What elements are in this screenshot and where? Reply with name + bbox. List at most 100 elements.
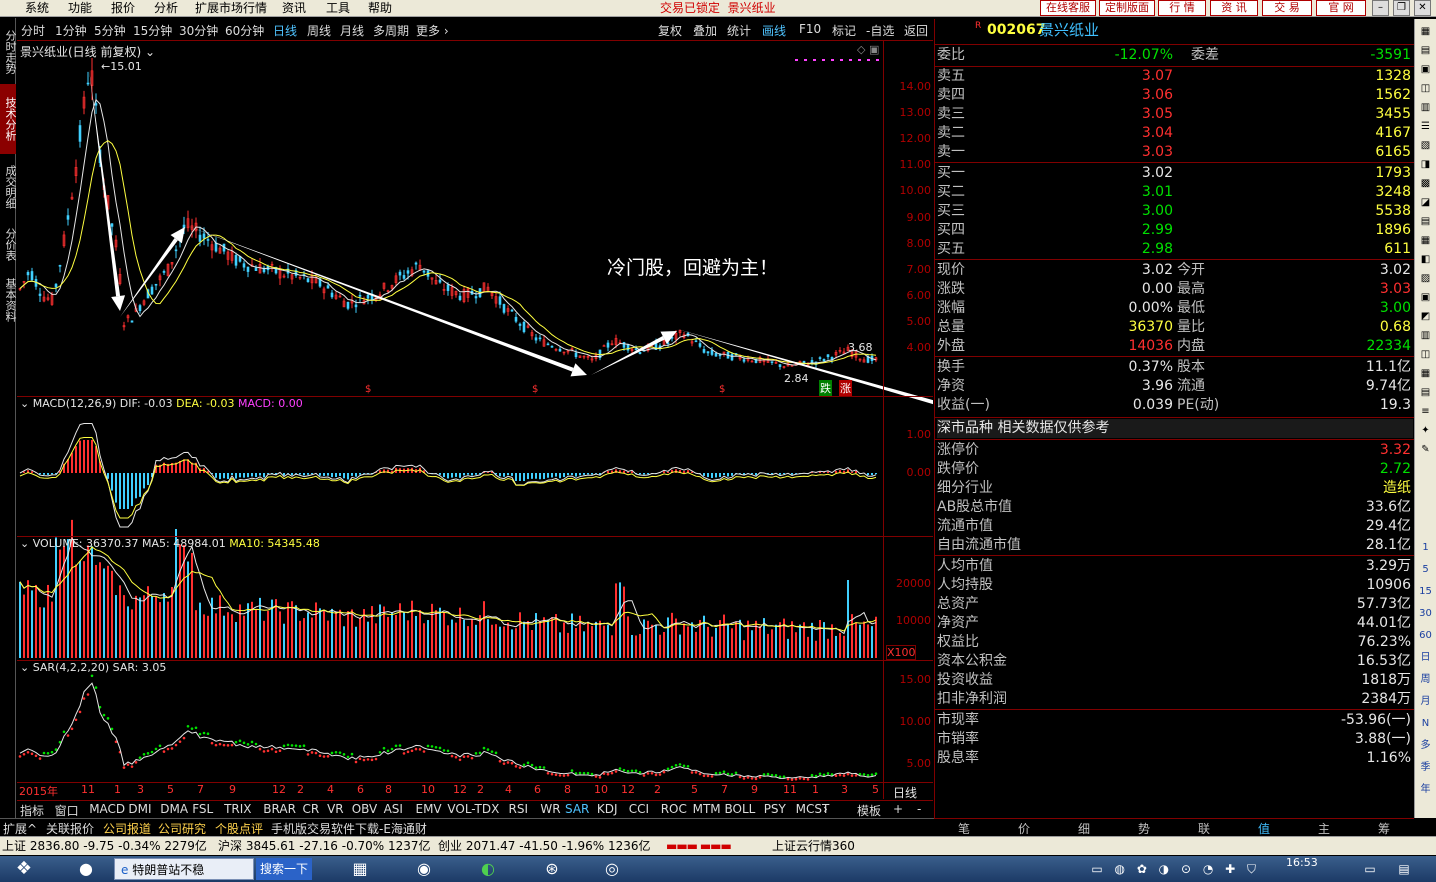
- period-shortcut-1[interactable]: 1: [1417, 539, 1434, 556]
- indicator-tab-fsl[interactable]: FSL: [192, 802, 213, 816]
- news-button[interactable]: 资 讯: [1210, 0, 1258, 16]
- indicator-tab-psy[interactable]: PSY: [764, 802, 786, 816]
- taskbar-app-icon[interactable]: ▦: [340, 858, 380, 880]
- cloud-quote[interactable]: 上证云行情360: [772, 837, 855, 856]
- menu-analysis[interactable]: 分析: [154, 1, 178, 15]
- indicator-tab-trix[interactable]: TRIX: [224, 802, 251, 816]
- indicator-tab-roc[interactable]: ROC: [661, 802, 687, 816]
- toolbar-icon[interactable]: ▣: [1417, 61, 1434, 78]
- toolbar-icon[interactable]: ▥: [1417, 99, 1434, 116]
- toolbar-icon[interactable]: ▦: [1417, 23, 1434, 40]
- toolbar-icon[interactable]: ◩: [1417, 308, 1434, 325]
- overlay-button[interactable]: 叠加: [693, 22, 717, 39]
- period-shortcut-日[interactable]: 日: [1417, 649, 1434, 666]
- period-shortcut-年[interactable]: 年: [1417, 781, 1434, 798]
- zoom-in-button[interactable]: +: [893, 802, 903, 816]
- toolbar-icon[interactable]: ▦: [1417, 232, 1434, 249]
- menu-system[interactable]: 系统: [25, 1, 49, 15]
- watchlist-button[interactable]: -自选: [866, 22, 894, 39]
- toolbar-icon[interactable]: ≡: [1417, 403, 1434, 420]
- quote-tab-4[interactable]: 联: [1198, 820, 1210, 837]
- toolbar-icon[interactable]: ▤: [1417, 213, 1434, 230]
- period-shortcut-N[interactable]: N: [1417, 715, 1434, 732]
- menu-extended-market[interactable]: 扩展市场行情: [195, 1, 267, 15]
- period-5min[interactable]: 5分钟: [94, 22, 126, 39]
- back-button[interactable]: 返回: [904, 22, 928, 39]
- quote-tab-3[interactable]: 势: [1138, 820, 1150, 837]
- toolbar-icon[interactable]: ◧: [1417, 251, 1434, 268]
- toolbar-icon[interactable]: ◨: [1417, 156, 1434, 173]
- indicator-tab-vol-tdx[interactable]: VOL-TDX: [447, 802, 499, 816]
- tab-intraday[interactable]: 分时走势: [0, 22, 17, 82]
- tab-technical-analysis[interactable]: 技术分析: [0, 84, 17, 154]
- chart-area[interactable]: $ $ $ 景兴纸业(日线 前复权) ⌄ ◇ ▣ ←15.01 2.84 3.68 …: [17, 41, 933, 801]
- search-button[interactable]: 搜索一下: [256, 858, 312, 880]
- adjust-button[interactable]: 复权: [658, 22, 682, 39]
- custom-layout-button[interactable]: 定制版面: [1099, 0, 1155, 16]
- period-shortcut-周[interactable]: 周: [1417, 671, 1434, 688]
- toolbar-icon[interactable]: ◫: [1417, 80, 1434, 97]
- template-button[interactable]: 模板: [857, 802, 881, 819]
- official-site-button[interactable]: 官 网: [1316, 0, 1366, 16]
- tray-icon[interactable]: ▭: [1360, 858, 1380, 880]
- period-weekly[interactable]: 周线: [307, 22, 331, 39]
- f10-button[interactable]: F10: [799, 22, 821, 36]
- period-60min[interactable]: 60分钟: [225, 22, 264, 39]
- app-icon[interactable]: ●: [66, 858, 106, 880]
- period-shortcut-15[interactable]: 15: [1417, 583, 1434, 600]
- related-quote-tab[interactable]: 关联报价: [46, 820, 94, 837]
- indicator-tab-dma[interactable]: DMA: [160, 802, 188, 816]
- indicator-tab-dmi[interactable]: DMI: [128, 802, 151, 816]
- stock-review-tab[interactable]: 个股点评: [215, 820, 263, 837]
- cy-index[interactable]: 创业 2071.47 -41.50 -1.96% 1236亿: [438, 837, 651, 856]
- toolbar-icon[interactable]: ▥: [1417, 327, 1434, 344]
- period-shortcut-60[interactable]: 60: [1417, 627, 1434, 644]
- indicator-tab-窗口[interactable]: 窗口: [55, 802, 79, 819]
- indicator-tab-emv[interactable]: EMV: [416, 802, 442, 816]
- toolbar-icon[interactable]: ▦: [1417, 365, 1434, 382]
- period-daily[interactable]: 日线: [273, 22, 297, 39]
- tab-trade-detail[interactable]: 成交明细: [0, 156, 17, 218]
- start-icon[interactable]: ❖: [6, 858, 42, 880]
- close-icon[interactable]: ✕: [1414, 0, 1431, 16]
- period-shortcut-季[interactable]: 季: [1417, 759, 1434, 776]
- statistics-button[interactable]: 统计: [727, 22, 751, 39]
- restore-icon[interactable]: ❐: [1393, 0, 1410, 16]
- mark-button[interactable]: 标记: [832, 22, 856, 39]
- toolbar-icon[interactable]: ✎: [1417, 441, 1434, 458]
- period-shortcut-月[interactable]: 月: [1417, 693, 1434, 710]
- toolbar-icon[interactable]: ◫: [1417, 346, 1434, 363]
- indicator-tab-kdj[interactable]: KDJ: [597, 802, 618, 816]
- menu-help[interactable]: 帮助: [368, 1, 392, 15]
- period-more[interactable]: 更多 ›: [416, 22, 449, 39]
- quote-tab-6[interactable]: 主: [1318, 820, 1330, 837]
- quote-tab-5[interactable]: 值: [1258, 820, 1270, 837]
- indicator-tab-wr[interactable]: WR: [540, 802, 560, 816]
- quote-button[interactable]: 行 情: [1158, 0, 1206, 16]
- taskbar-app-icon[interactable]: ◎: [592, 858, 632, 880]
- menu-news[interactable]: 资讯: [282, 1, 306, 15]
- toolbar-icon[interactable]: ▤: [1417, 384, 1434, 401]
- taskbar-app-icon[interactable]: ◐: [468, 858, 508, 880]
- period-monthly[interactable]: 月线: [340, 22, 364, 39]
- indicator-tab-vr[interactable]: VR: [327, 802, 344, 816]
- minimize-icon[interactable]: –: [1372, 0, 1389, 16]
- chart-expand-icon[interactable]: ◇ ▣: [857, 43, 879, 56]
- company-report-tab[interactable]: 公司报道: [103, 820, 151, 837]
- quote-tab-1[interactable]: 价: [1018, 820, 1030, 837]
- menu-quote[interactable]: 报价: [111, 1, 135, 15]
- quote-tab-2[interactable]: 细: [1078, 820, 1090, 837]
- indicator-tab-obv[interactable]: OBV: [352, 802, 378, 816]
- hs-index[interactable]: 沪深 3845.61 -27.16 -0.70% 1237亿: [218, 837, 431, 856]
- taskbar-app-icon[interactable]: ⊛: [532, 858, 572, 880]
- period-shortcut-5[interactable]: 5: [1417, 561, 1434, 578]
- period-shortcut-多[interactable]: 多: [1417, 737, 1434, 754]
- toolbar-icon[interactable]: ▨: [1417, 270, 1434, 287]
- draw-line-button[interactable]: 画线: [762, 22, 786, 39]
- period-shortcut-30[interactable]: 30: [1417, 605, 1434, 622]
- toolbar-icon[interactable]: ▣: [1417, 289, 1434, 306]
- toolbar-icon[interactable]: ✦: [1417, 422, 1434, 439]
- indicator-tab-cci[interactable]: CCI: [629, 802, 649, 816]
- sh-index[interactable]: 上证 2836.80 -9.75 -0.34% 2279亿: [2, 837, 207, 856]
- toolbar-icon[interactable]: ▩: [1417, 175, 1434, 192]
